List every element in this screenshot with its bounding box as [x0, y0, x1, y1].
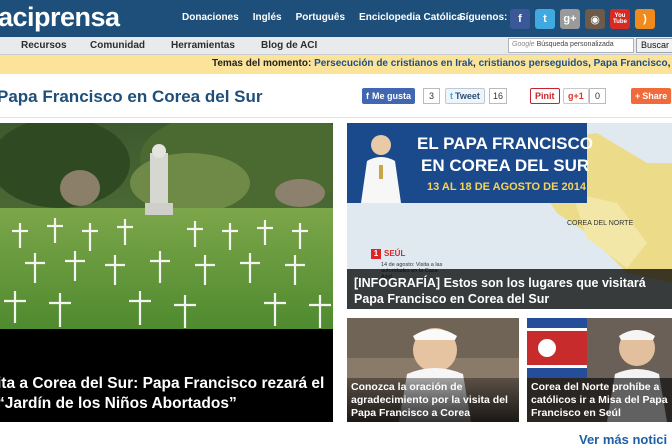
nav-ingles[interactable]: Inglés	[253, 12, 282, 23]
tile-caption[interactable]: Corea del Norte prohíbe a católicos ir a…	[527, 378, 672, 422]
article-tile[interactable]: Corea del Norte prohíbe a católicos ir a…	[527, 318, 672, 422]
instagram-icon[interactable]: ◉	[585, 9, 605, 29]
gplus-count: 0	[589, 88, 606, 104]
facebook-like-button[interactable]: f Me gusta	[362, 88, 416, 104]
trending-link[interactable]: cristianos perseguidos	[479, 58, 588, 69]
pope-figure	[361, 135, 401, 203]
top-nav: Donaciones Inglés Português Enciclopedia…	[182, 12, 476, 23]
like-label: Me gusta	[372, 91, 412, 101]
nav-herramientas[interactable]: Herramientas	[171, 40, 235, 51]
infographic-article[interactable]: EL PAPA FRANCISCO EN COREA DEL SUR 13 AL…	[347, 123, 672, 309]
hero-caption[interactable]: ita a Corea del Sur: Papa Francisco reza…	[0, 374, 333, 414]
trending-label: Temas del momento:	[212, 58, 312, 69]
share-button[interactable]: + Share	[631, 88, 672, 104]
gplus-button[interactable]: g+1	[563, 88, 589, 104]
map-marker-number: 1	[371, 249, 381, 259]
tile-caption[interactable]: Conozca la oración de agradecimiento por…	[347, 378, 519, 422]
twitter-icon[interactable]: t	[535, 9, 555, 29]
facebook-small-icon: f	[366, 91, 369, 101]
hero-article[interactable]: ita a Corea del Sur: Papa Francisco reza…	[0, 123, 333, 422]
tweet-count: 16	[489, 88, 508, 104]
nav-recursos[interactable]: Recursos	[21, 40, 67, 51]
site-logo[interactable]: aciprensa	[0, 1, 120, 33]
nav-blog[interactable]: Blog de ACI	[261, 40, 317, 51]
top-bar: aciprensa Donaciones Inglés Português En…	[0, 0, 672, 37]
nav-enciclopedia[interactable]: Enciclopedia Católica	[359, 12, 462, 23]
search-button[interactable]: Buscar	[636, 38, 672, 53]
googleplus-icon[interactable]: g+	[560, 9, 580, 29]
map-label: COREA DEL NORTE	[567, 220, 634, 227]
secondary-nav: Recursos Comunidad Herramientas Blog de …	[0, 37, 672, 55]
banner-date: 13 AL 18 DE AGOSTO DE 2014	[427, 181, 586, 193]
hero-image	[0, 123, 333, 329]
nav-portugues[interactable]: Português	[296, 12, 345, 23]
trending-link[interactable]: Persecución de cristianos en Irak	[314, 58, 473, 69]
follow-label: Síguenos:	[459, 12, 508, 23]
tweet-label: Tweet	[455, 91, 480, 101]
infographic-caption[interactable]: [INFOGRAFÍA] Estos son los lugares que v…	[347, 269, 672, 309]
nav-comunidad[interactable]: Comunidad	[90, 40, 145, 51]
page: aciprensa Donaciones Inglés Português En…	[0, 0, 672, 448]
search-input[interactable]: Google Búsqueda personalizada	[508, 38, 634, 53]
article-tile[interactable]: Conozca la oración de agradecimiento por…	[347, 318, 519, 422]
more-news-link[interactable]: Ver más notici	[579, 432, 667, 447]
trending-text: Temas del momento: Persecución de cristi…	[212, 58, 671, 69]
map-city: SEÚL	[384, 249, 406, 258]
twitter-small-icon: t	[450, 91, 453, 101]
page-title: Papa Francisco en Corea del Sur	[0, 87, 263, 106]
google-brand: Google	[512, 41, 535, 48]
trending-link[interactable]: Papa Francisco	[594, 58, 668, 69]
rss-icon[interactable]: )	[635, 9, 655, 29]
banner-line1: EL PAPA FRANCISCO	[417, 134, 593, 153]
like-count: 3	[423, 88, 440, 104]
banner-line2: EN COREA DEL SUR	[421, 156, 590, 175]
facebook-icon[interactable]: f	[510, 9, 530, 29]
share-icon: +	[635, 91, 641, 101]
tweet-button[interactable]: t Tweet	[445, 88, 485, 104]
search-placeholder: Búsqueda personalizada	[536, 41, 614, 48]
youtube-icon[interactable]: You Tube	[610, 9, 630, 29]
trending-bar: Temas del momento: Persecución de cristi…	[0, 55, 672, 74]
title-bar: Papa Francisco en Corea del Sur f Me gust…	[0, 74, 672, 118]
share-label: Share	[642, 91, 668, 101]
pinit-button[interactable]: Pinit	[530, 88, 560, 104]
infographic-banner: EL PAPA FRANCISCO EN COREA DEL SUR 13 AL…	[347, 123, 593, 203]
nav-donaciones[interactable]: Donaciones	[182, 12, 239, 23]
